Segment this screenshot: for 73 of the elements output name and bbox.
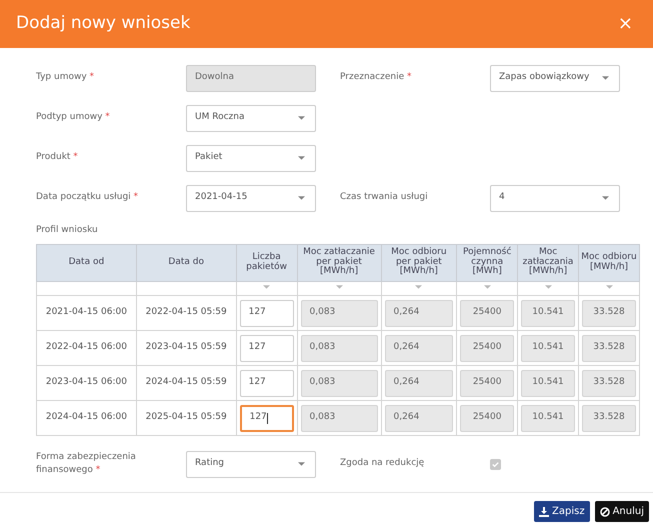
table-cell: 2022-04-15 05:59: [136, 296, 236, 330]
filter-caret-icon: [415, 285, 422, 290]
field-label: Forma zabezpieczenia finansowego *: [36, 450, 137, 477]
readonly-field: 25400: [460, 334, 514, 362]
caret-icon: [298, 196, 305, 200]
caret-icon: [298, 462, 305, 466]
table-cell: 2024-04-15 05:59: [136, 366, 236, 400]
select-field[interactable]: Zapas obowiązkowy: [490, 64, 620, 92]
table-cell: 2021-04-15 06:00: [36, 296, 136, 330]
table-cell: 2024-04-15 06:00: [36, 400, 136, 436]
readonly-field: 0,264: [384, 300, 454, 326]
readonly-field: 0,083: [300, 370, 378, 396]
filter-caret-icon: [544, 285, 552, 290]
select-field[interactable]: 2021-04-15: [186, 184, 316, 212]
filter-caret-icon: [606, 285, 612, 290]
field-label: Produkt *: [36, 151, 79, 164]
select-field[interactable]: UM Roczna: [186, 104, 316, 132]
column-header: Moc zatłaczania [MWh/h]: [518, 244, 579, 281]
caret-icon: [602, 196, 609, 200]
readonly-field: 0,264: [384, 404, 454, 432]
ban-icon: [600, 506, 610, 516]
field-label: Czas trwania usługi: [340, 191, 429, 204]
section-title: Profil wniosku: [36, 224, 99, 237]
filter-caret-icon: [263, 285, 270, 290]
readonly-field: 33.528: [582, 300, 636, 326]
cancel-button[interactable]: Anuluj: [594, 501, 649, 522]
select-field[interactable]: Pakiet: [186, 144, 316, 172]
readonly-field: 25400: [460, 300, 514, 326]
packets-input[interactable]: 127: [240, 300, 294, 326]
readonly-field: 0,264: [384, 370, 454, 396]
readonly-field: 10.541: [521, 300, 576, 326]
field-label: Przeznaczenie *: [340, 71, 412, 84]
readonly-field: 0,083: [300, 404, 378, 432]
column-header: Pojemność czynna [MWh]: [456, 244, 518, 281]
download-icon: [539, 506, 549, 516]
filter-caret-icon: [336, 285, 343, 290]
readonly-field: 10.541: [521, 404, 576, 432]
readonly-field: 33.528: [582, 404, 636, 432]
readonly-field: Dowolna: [186, 64, 316, 92]
readonly-field: 33.528: [582, 334, 636, 362]
readonly-field: 10.541: [521, 334, 576, 362]
column-header: Liczba pakietów: [236, 244, 298, 281]
readonly-field: 0,083: [300, 334, 378, 362]
readonly-field: 10.541: [521, 370, 576, 396]
readonly-field: 33.528: [582, 370, 636, 396]
select-field[interactable]: 4: [490, 184, 620, 212]
save-button[interactable]: Zapisz: [534, 501, 590, 522]
readonly-field: 25400: [460, 404, 514, 432]
select-field[interactable]: Rating: [186, 450, 316, 478]
caret-icon: [298, 116, 305, 120]
caret-icon: [298, 156, 305, 160]
table-cell: 2025-04-15 05:59: [136, 400, 236, 436]
table-cell: 2023-04-15 05:59: [136, 330, 236, 366]
caret-icon: [602, 76, 609, 80]
column-header: Moc zatłaczanie per pakiet [MWh/h]: [297, 244, 382, 281]
packets-input[interactable]: 127: [240, 404, 294, 432]
window-title: Dodaj nowy wniosek: [16, 12, 190, 36]
filter-caret-icon: [484, 285, 491, 290]
table-cell: 2023-04-15 06:00: [36, 366, 136, 400]
column-header: Data do: [136, 244, 236, 281]
field-label: Data początku usługi *: [36, 191, 140, 204]
column-header: Data od: [36, 244, 136, 281]
table-cell: 2022-04-15 06:00: [36, 330, 136, 366]
packets-input[interactable]: 127: [240, 334, 294, 362]
readonly-field: 0,264: [384, 334, 454, 362]
packets-input[interactable]: 127: [240, 370, 294, 396]
column-header: Moc odbioru [MWh/h]: [578, 244, 640, 281]
column-header: Moc odbioru per pakiet [MWh/h]: [381, 244, 457, 281]
field-label: Zgoda na redukcję: [340, 457, 426, 470]
readonly-field: 0,083: [300, 300, 378, 326]
readonly-field: 25400: [460, 370, 514, 396]
field-label: Podtyp umowy *: [36, 111, 111, 124]
field-label: Typ umowy *: [36, 71, 96, 84]
